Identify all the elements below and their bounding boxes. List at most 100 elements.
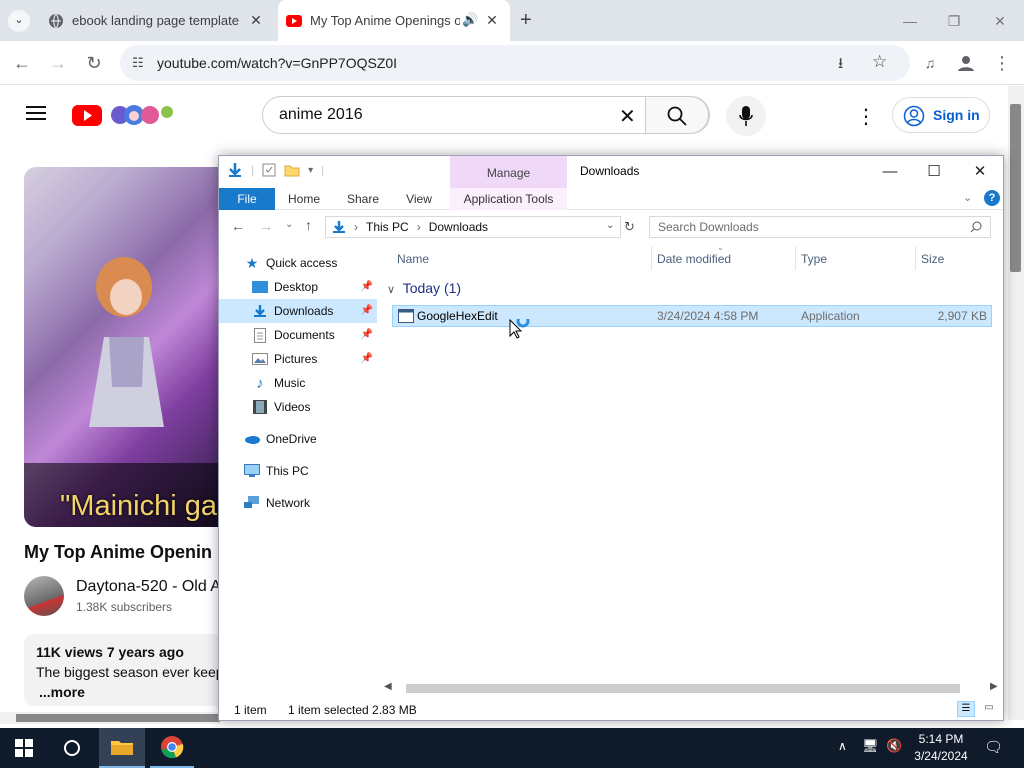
taskbar-file-explorer[interactable] [99,728,145,768]
explorer-minimize-icon[interactable]: — [875,160,905,184]
profile-icon[interactable] [952,49,980,77]
chrome-menu-icon[interactable]: ⋮ [988,49,1016,77]
nav-network[interactable]: Network [219,491,377,515]
column-size[interactable]: Size [921,252,944,266]
site-info-icon[interactable]: ☷ [132,55,144,71]
close-tab-icon[interactable]: ✕ [484,12,500,28]
scrollbar-thumb[interactable] [1010,104,1021,272]
minimize-icon[interactable]: — [896,8,924,34]
customize-toolbar-icon[interactable]: ▾ [308,165,313,176]
file-list-horizontal-scrollbar[interactable]: ◀ ▶ [382,681,1002,696]
recent-locations-icon[interactable]: ⌄ [285,219,293,230]
ribbon-tab-application-tools[interactable]: Application Tools [450,188,567,210]
ribbon-tab-view[interactable]: View [399,188,439,210]
nav-pictures[interactable]: Pictures 📌 [219,347,377,371]
tab-youtube[interactable]: My Top Anime Openings of 🔊 ✕ [278,0,510,41]
explorer-close-icon[interactable]: ✕ [965,160,995,184]
pin-icon[interactable]: 📌 [361,305,373,316]
breadcrumb-downloads[interactable]: Downloads [429,220,488,234]
search-button[interactable] [50,728,94,768]
start-button[interactable] [0,728,48,768]
system-clock[interactable]: 5:14 PM 3/24/2024 [910,731,972,765]
nav-videos[interactable]: Videos [219,395,377,419]
group-header-today[interactable]: ∨ Today (1) [387,280,461,296]
tab-search-button[interactable]: ⌄ [8,10,30,32]
restore-icon[interactable]: ❐ [940,8,968,34]
ribbon-tab-home[interactable]: Home [281,188,327,210]
collapse-chevron-icon[interactable]: ∨ [387,284,395,296]
address-bar[interactable]: ☷ youtube.com/watch?v=GnPP7OQSZ0I ⭳ ☆ [120,45,910,81]
forward-arrow-icon[interactable]: → [259,218,273,234]
pin-icon[interactable]: 📌 [361,281,373,292]
nav-this-pc[interactable]: This PC [219,459,377,483]
new-tab-button[interactable]: + [520,9,532,32]
network-status-icon[interactable]: 🖥 [862,738,879,754]
close-tab-icon[interactable]: ✕ [248,12,264,28]
media-control-icon[interactable]: ♫ [916,49,944,77]
nav-music[interactable]: ♪ Music [219,371,377,395]
back-icon[interactable]: ← [8,49,36,77]
show-more-link[interactable]: ...more [39,684,85,700]
search-input[interactable]: anime 2016 [279,106,363,124]
details-view-icon[interactable]: ☰ [957,701,975,717]
voice-search-button[interactable] [726,96,766,136]
tab-ebook[interactable]: ebook landing page template ✕ [38,0,274,41]
notifications-icon[interactable]: 🗨 [984,738,1003,756]
column-name[interactable]: Name [397,252,429,266]
help-icon[interactable]: ? [984,190,1000,206]
install-app-icon[interactable]: ⭳ [838,53,843,78]
explorer-address-bar[interactable]: › This PC › Downloads ⌄ ↻ [325,216,635,238]
refresh-icon[interactable]: ↻ [624,219,635,235]
show-hidden-icons[interactable]: ∧ [838,739,847,753]
column-date-modified[interactable]: Date modified [657,252,731,266]
clear-search-icon[interactable]: ✕ [619,104,636,129]
nav-downloads[interactable]: Downloads 📌 [219,299,377,323]
nav-quick-access[interactable]: ★ Quick access [219,251,377,275]
nav-documents[interactable]: Documents 📌 [219,323,377,347]
download-arrow-icon[interactable] [227,162,243,178]
scroll-left-icon[interactable]: ◀ [384,681,392,692]
up-arrow-icon[interactable]: ↑ [305,217,312,233]
video-description[interactable]: 11K views 7 years ago The biggest season… [24,634,224,706]
hamburger-menu-icon[interactable] [26,105,46,126]
page-vertical-scrollbar[interactable] [1008,86,1024,720]
properties-icon[interactable] [262,163,276,177]
reload-icon[interactable]: ↻ [80,49,108,77]
ribbon-tab-file[interactable]: File [219,188,275,210]
channel-avatar[interactable] [24,576,64,616]
large-icons-view-icon[interactable]: ▭ [981,701,997,717]
scrollbar-thumb[interactable] [16,714,220,722]
bookmark-star-icon[interactable]: ☆ [872,52,887,72]
search-button[interactable] [645,96,709,134]
scrollbar-thumb[interactable] [406,684,960,693]
nav-desktop[interactable]: Desktop 📌 [219,275,377,299]
youtube-logo[interactable] [72,103,176,134]
expand-ribbon-icon[interactable]: ⌄ [963,191,972,204]
youtube-search-box[interactable]: anime 2016 ✕ [262,96,710,134]
nav-onedrive[interactable]: OneDrive [219,427,377,451]
page-horizontal-scrollbar[interactable] [0,712,220,724]
speaker-icon[interactable]: 🔊 [462,12,478,28]
network-icon [243,495,261,511]
close-window-icon[interactable]: ✕ [986,8,1014,34]
file-row[interactable]: GoogleHexEdit 3/24/2024 4:58 PM Applicat… [392,305,992,327]
search-downloads-input[interactable]: Search Downloads [649,216,991,238]
column-type[interactable]: Type [801,252,827,266]
video-player[interactable]: "Mainichi ga [24,167,224,527]
ribbon-tab-share[interactable]: Share [341,188,385,210]
scroll-right-icon[interactable]: ▶ [990,681,998,692]
address-dropdown-icon[interactable]: ⌄ [606,220,614,231]
volume-muted-icon[interactable]: 🔇 [886,738,902,754]
pin-icon[interactable]: 📌 [361,353,373,364]
new-folder-icon[interactable] [284,163,300,177]
pin-icon[interactable]: 📌 [361,329,373,340]
explorer-maximize-icon[interactable]: ☐ [919,160,949,184]
sign-in-button[interactable]: Sign in [892,97,990,133]
back-arrow-icon[interactable]: ← [231,218,245,234]
manage-tab[interactable]: Manage [450,156,567,188]
breadcrumb-this-pc[interactable]: This PC [366,220,409,234]
forward-icon[interactable]: → [44,49,72,77]
settings-menu-icon[interactable]: ⋮ [856,104,876,129]
channel-name[interactable]: Daytona-520 - Old A [76,578,221,596]
taskbar-chrome[interactable] [150,728,194,768]
